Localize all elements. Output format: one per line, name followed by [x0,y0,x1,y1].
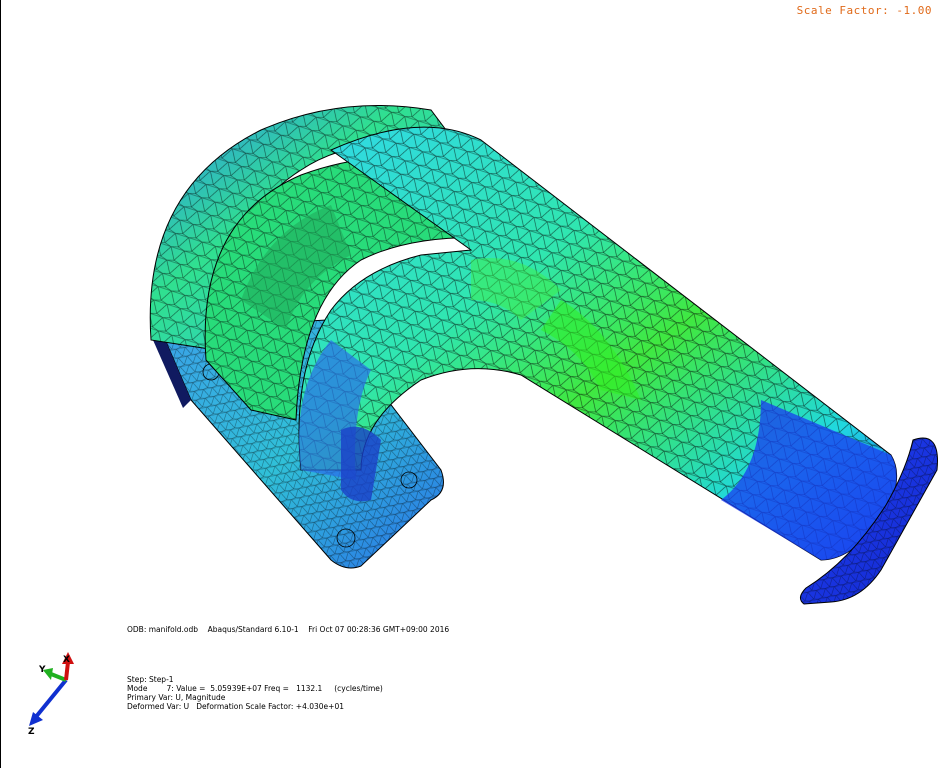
deformed-var-line: Deformed Var: U Deformation Scale Factor… [127,702,345,711]
viewport[interactable]: Scale Factor: -1.00 ODB: manifold.odb Ab… [0,0,940,768]
z-axis-label: Z [28,727,35,737]
y-axis-label: Y [38,665,46,675]
primary-var-line: Primary Var: U, Magnitude [127,693,226,702]
odb-info-line: ODB: manifold.odb Abaqus/Standard 6.10-1… [127,625,450,634]
z-axis-arrow [33,678,68,720]
y-axis-arrow [50,672,67,682]
step-info-line: Step: Step-1 [127,675,174,684]
orientation-triad: X Y Z [28,652,74,737]
x-axis-label: X [63,655,70,665]
manifold-mesh-model[interactable] [1,0,940,640]
mode-info-line: Mode 7: Value = 5.05939E+07 Freq = 1132.… [127,684,383,693]
